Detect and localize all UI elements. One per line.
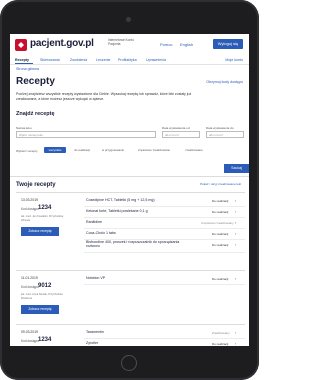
view-prescription-button[interactable]: Zobacz receptę bbox=[21, 305, 59, 314]
drug-status: Zrealizowany bbox=[212, 330, 230, 335]
page-title: Recepty bbox=[16, 76, 55, 87]
date-from-input[interactable]: dd-mm-rrrr bbox=[162, 131, 200, 138]
drug-status: Do realizacji bbox=[212, 209, 229, 214]
filter-partial[interactable]: częściowo zrealizowane bbox=[132, 147, 176, 153]
filter-in-preparation[interactable]: w przygotowaniu bbox=[98, 147, 128, 153]
chevron-right-icon: › bbox=[235, 340, 237, 346]
drug-status: Do realizacji bbox=[212, 231, 229, 236]
nav-item-zwolnienia[interactable]: Zwolnienia bbox=[70, 58, 87, 62]
drug-row[interactable]: Nobelon VP Do realizacji › bbox=[84, 273, 245, 285]
filter-to-fill[interactable]: do realizacji bbox=[70, 147, 94, 153]
drug-status: Częściowo zrealizowany bbox=[201, 220, 234, 225]
access-code-label: Kod dostępu bbox=[21, 285, 39, 289]
page-description: Poniżej znajdziesz wszystkie recepty wys… bbox=[16, 92, 192, 101]
drug-name: Coca-Cholo 1 tabs bbox=[86, 231, 116, 235]
site-header: pacjent.gov.pl Internetowe Konto Pacjent… bbox=[10, 34, 249, 56]
prescription-group: 11.01.2019 Kod dostępu 9012 lek. med. An… bbox=[16, 270, 245, 319]
prescription-date: 13.03.2019 bbox=[21, 198, 38, 202]
date-to-input[interactable]: dd-mm-rrrr bbox=[206, 131, 244, 138]
drug-name: Taramentin bbox=[86, 330, 104, 334]
filter-done[interactable]: zrealizowane bbox=[180, 147, 208, 153]
app-screen: pacjent.gov.pl Internetowe Konto Pacjent… bbox=[10, 34, 249, 346]
access-code: 9012 bbox=[38, 283, 52, 289]
nav-item-skierowania[interactable]: Skierowania bbox=[40, 58, 60, 62]
prescription-date: 09.03.2019 bbox=[21, 330, 38, 334]
filter-all[interactable]: wszystkie bbox=[44, 147, 66, 153]
main-nav: Recepty Skierowania Zwolnienia Leczenie … bbox=[10, 56, 249, 65]
doctor-note: lek. med. Anna Nowak, Przychodnia Rodzin… bbox=[21, 293, 63, 300]
drug-status: Do realizacji bbox=[212, 242, 229, 247]
home-button-icon[interactable] bbox=[121, 355, 137, 371]
access-code-label: Kod dostępu bbox=[21, 207, 39, 211]
nav-item-recepty[interactable]: Recepty bbox=[15, 58, 29, 62]
drug-status: Do realizacji bbox=[212, 198, 229, 203]
drug-status: Do realizacji bbox=[212, 341, 229, 346]
section-divider bbox=[10, 176, 249, 177]
breadcrumb[interactable]: Strona główna bbox=[16, 67, 39, 71]
results-title: Twoje recepty bbox=[16, 182, 56, 188]
drug-row[interactable]: Zyrofier Do realizacji › bbox=[84, 338, 245, 346]
logo-subtitle: Internetowe Konto Pacjenta bbox=[108, 38, 134, 46]
drug-name: Ranitidine bbox=[86, 220, 102, 224]
nav-item-profilaktyka[interactable]: Profilaktyka bbox=[118, 58, 137, 62]
help-link[interactable]: Pomoc bbox=[160, 42, 172, 47]
filter-label: Wybierz recepty bbox=[16, 149, 38, 153]
search-button[interactable]: Szukaj bbox=[224, 164, 249, 173]
drug-name: Ketonal forte, Tabletki powlekane 0,1 g bbox=[86, 209, 148, 213]
access-codes-link[interactable]: Otrzymuj kody dostępu bbox=[206, 80, 243, 84]
search-section-title: Znajdź receptę bbox=[16, 111, 55, 117]
chevron-right-icon: › bbox=[235, 230, 237, 236]
access-code: 1234 bbox=[38, 337, 52, 343]
prescription-date: 11.01.2019 bbox=[21, 276, 38, 280]
nav-item-uprawnienia[interactable]: Uprawnienia bbox=[146, 58, 166, 62]
drug-status: Do realizacji bbox=[212, 276, 229, 281]
chevron-right-icon: › bbox=[235, 197, 237, 203]
date-to-label: Data wystawienia do bbox=[206, 126, 234, 130]
chevron-right-icon: › bbox=[235, 208, 237, 214]
access-code: 1234 bbox=[38, 205, 52, 211]
toggle-done-link[interactable]: Pokaż / ukryj zrealizowane leki bbox=[200, 182, 241, 186]
chevron-right-icon: › bbox=[235, 219, 237, 225]
active-tab-indicator bbox=[15, 63, 33, 64]
tablet-frame: pacjent.gov.pl Internetowe Konto Pacjent… bbox=[0, 0, 259, 380]
prescription-group: 09.03.2019 Kod dostępu 1234 Taramentin Z… bbox=[16, 324, 245, 346]
chevron-right-icon: › bbox=[235, 241, 237, 247]
shield-logo-icon bbox=[15, 39, 27, 51]
site-logo[interactable]: pacjent.gov.pl bbox=[30, 38, 94, 49]
drug-name: Cosedipine HCT, Tabletki (5 mg + 12,5 mg… bbox=[86, 198, 155, 202]
drug-name: Nobelon VP bbox=[86, 276, 106, 280]
date-from-label: Data wystawienia od bbox=[162, 126, 190, 130]
chevron-right-icon: › bbox=[235, 329, 237, 335]
access-code-label: Kod dostępu bbox=[21, 339, 39, 343]
view-prescription-button[interactable]: Zobacz receptę bbox=[21, 227, 59, 236]
language-link[interactable]: English bbox=[180, 42, 193, 47]
doctor-note: lek. med. Jan Kowalski, Przychodnia Zdro… bbox=[21, 215, 64, 222]
camera-icon bbox=[126, 17, 131, 22]
drug-name: Zyrofier bbox=[86, 341, 99, 345]
account-link[interactable]: Moje konto bbox=[225, 58, 243, 62]
drug-name: Bisfrondine 400, proszek i rozpuszczalni… bbox=[86, 240, 180, 249]
drug-row[interactable]: Bisfrondine 400, proszek i rozpuszczalni… bbox=[84, 239, 245, 253]
chevron-right-icon: › bbox=[235, 275, 237, 281]
drug-name-label: Nazwa leku bbox=[16, 126, 32, 130]
nav-item-leczenie[interactable]: Leczenie bbox=[96, 58, 110, 62]
drug-name-input[interactable]: Wpisz nazwę leku bbox=[16, 131, 156, 138]
logout-button[interactable]: Wyloguj się bbox=[213, 39, 243, 49]
prescription-group: 13.03.2019 Kod dostępu 1234 lek. med. Ja… bbox=[16, 192, 245, 263]
